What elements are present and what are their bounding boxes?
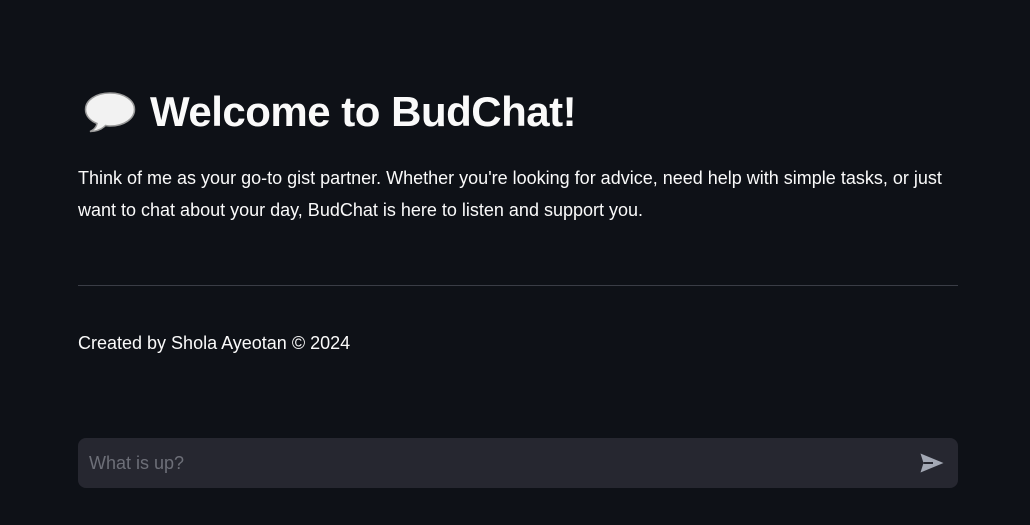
speech-balloon-icon bbox=[82, 88, 138, 136]
main-content: Welcome to BudChat! Think of me as your … bbox=[78, 82, 958, 226]
page-header: Welcome to BudChat! bbox=[78, 82, 958, 142]
send-icon bbox=[919, 452, 945, 474]
chat-input[interactable] bbox=[78, 438, 906, 488]
page-title: Welcome to BudChat! bbox=[150, 88, 577, 135]
chat-input-bar bbox=[78, 438, 958, 488]
footer-credit: Created by Shola Ayeotan © 2024 bbox=[78, 333, 351, 353]
intro-text: Think of me as your go-to gist partner. … bbox=[78, 168, 942, 220]
app-root: Welcome to BudChat! Think of me as your … bbox=[0, 0, 1030, 525]
send-button[interactable] bbox=[906, 438, 958, 488]
divider bbox=[78, 285, 958, 286]
